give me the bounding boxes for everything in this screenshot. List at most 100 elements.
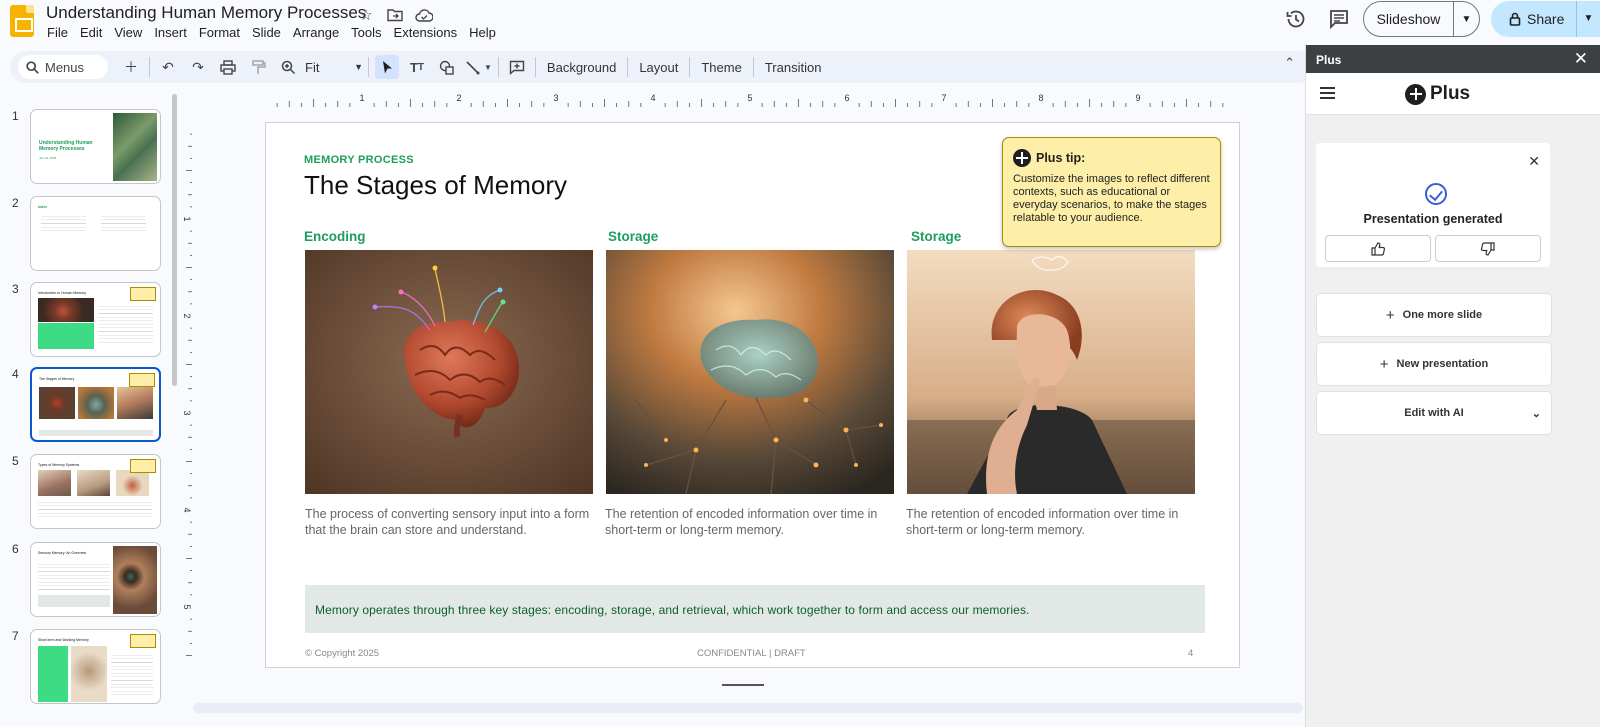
menu-format[interactable]: Format <box>199 25 240 40</box>
filmstrip-item-2[interactable]: 2 Index <box>0 196 180 274</box>
thumbs-down-button[interactable] <box>1435 235 1541 262</box>
slides-logo-icon[interactable] <box>10 5 34 37</box>
background-button[interactable]: Background <box>539 60 624 75</box>
document-title[interactable]: Understanding Human Memory Processes <box>46 3 366 23</box>
caption-encoding[interactable]: The process of converting sensory input … <box>305 506 595 538</box>
share-label: Share <box>1527 11 1565 27</box>
new-slide-icon[interactable]: ＋ <box>119 55 143 79</box>
column-heading-storage-2[interactable]: Storage <box>911 229 961 244</box>
shape-icon[interactable] <box>435 55 459 79</box>
brain-image[interactable] <box>305 250 593 494</box>
collapse-toolbar-icon[interactable]: ⌃ <box>1284 55 1295 71</box>
glowing-brain-image[interactable] <box>606 250 894 494</box>
dismiss-icon[interactable]: ✕ <box>1528 153 1540 170</box>
line-icon[interactable]: ▼ <box>465 55 492 79</box>
star-icon[interactable]: ☆ <box>356 5 376 25</box>
layout-button[interactable]: Layout <box>631 60 686 75</box>
hamburger-menu-icon[interactable] <box>1320 87 1335 99</box>
new-presentation-button[interactable]: + New presentation <box>1317 343 1551 385</box>
share-label-wrap[interactable]: Share <box>1491 11 1576 27</box>
share-dropdown-icon[interactable]: ▼ <box>1576 1 1600 37</box>
menu-extensions[interactable]: Extensions <box>394 25 458 40</box>
zoom-select[interactable]: Fit ▼ <box>303 60 365 75</box>
comments-icon[interactable] <box>1329 9 1353 33</box>
menu-insert[interactable]: Insert <box>154 25 187 40</box>
thumb-tip <box>130 634 156 648</box>
footer-slide-number: 4 <box>1188 648 1194 659</box>
thumb-lines <box>101 213 146 233</box>
menu-help[interactable]: Help <box>469 25 496 40</box>
ruler-label: 1 <box>359 93 364 103</box>
theme-button[interactable]: Theme <box>693 60 749 75</box>
thumb-title: Types of Memory Systems <box>38 463 80 467</box>
slide-thumbnail[interactable]: Introduction to Human Memory <box>30 282 161 357</box>
thumb-tip <box>130 287 156 301</box>
caption-storage-2[interactable]: The retention of encoded information ove… <box>906 506 1196 538</box>
menus-search-label: Menus <box>45 59 85 75</box>
toolbar-divider <box>149 57 150 77</box>
thumbs-up-icon <box>1371 241 1385 256</box>
close-icon[interactable]: ✕ <box>1574 49 1588 69</box>
select-pointer-icon[interactable] <box>375 55 399 79</box>
redo-icon[interactable]: ↷ <box>186 55 210 79</box>
menu-slide[interactable]: Slide <box>252 25 281 40</box>
menu-view[interactable]: View <box>114 25 142 40</box>
slide-title[interactable]: The Stages of Memory <box>304 170 567 201</box>
slide-thumbnail[interactable]: Understanding Human Memory Processes Jan… <box>30 109 161 184</box>
thinking-person-image[interactable] <box>907 250 1195 494</box>
filmstrip-item-4[interactable]: 4 The Stages of Memory <box>0 367 180 445</box>
column-heading-storage[interactable]: Storage <box>608 229 658 244</box>
cloud-saved-icon[interactable] <box>414 5 434 25</box>
filmstrip-item-7[interactable]: 7 Short-term and Working Memory <box>0 629 180 707</box>
toolbar-divider <box>752 57 754 77</box>
slide-thumbnail[interactable]: Sensory Memory: An Overview <box>30 542 161 617</box>
menu-file[interactable]: File <box>47 25 68 40</box>
zoom-icon[interactable] <box>276 55 300 79</box>
edit-with-ai-button[interactable]: Edit with AI ⌄ <box>1317 392 1551 434</box>
zoom-value: Fit <box>305 59 320 75</box>
slideshow-label[interactable]: Slideshow <box>1364 2 1454 36</box>
print-icon[interactable] <box>216 55 240 79</box>
chevron-down-icon[interactable]: ⌄ <box>1532 407 1541 420</box>
slide-thumbnail[interactable]: Types of Memory Systems <box>30 454 161 529</box>
add-comment-icon[interactable] <box>505 55 529 79</box>
menu-tools[interactable]: Tools <box>351 25 381 40</box>
thumbs-up-button[interactable] <box>1325 235 1431 262</box>
speaker-notes-handle[interactable] <box>722 684 764 686</box>
one-more-slide-label: One more slide <box>1402 309 1483 321</box>
thumb-image <box>71 646 107 702</box>
slideshow-button[interactable]: Slideshow ▼ <box>1363 1 1480 37</box>
slide-thumbnail[interactable]: Index <box>30 196 161 271</box>
menu-arrange[interactable]: Arrange <box>293 25 339 40</box>
filmstrip-item-1[interactable]: 1 Understanding Human Memory Processes J… <box>0 109 180 187</box>
new-presentation-card[interactable]: + New presentation <box>1316 342 1552 386</box>
move-folder-icon[interactable] <box>385 5 405 25</box>
menu-edit[interactable]: Edit <box>80 25 102 40</box>
plus-tip-callout[interactable]: Plus tip: Customize the images to reflec… <box>1002 137 1221 247</box>
column-heading-encoding[interactable]: Encoding <box>304 229 366 244</box>
filmstrip-item-3[interactable]: 3 Introduction to Human Memory <box>0 282 180 360</box>
slide-kicker[interactable]: MEMORY PROCESS <box>304 154 414 166</box>
version-history-icon[interactable] <box>1285 8 1309 32</box>
slide-thumbnail[interactable]: Short-term and Working Memory <box>30 629 161 704</box>
thumb-title: Index <box>38 205 48 209</box>
toolbar-divider <box>368 57 369 77</box>
toolbar-divider <box>627 57 629 77</box>
undo-icon[interactable]: ↶ <box>156 55 180 79</box>
filmstrip-item-6[interactable]: 6 Sensory Memory: An Overview <box>0 542 180 620</box>
paint-format-icon[interactable] <box>246 55 270 79</box>
share-button[interactable]: Share ▼ <box>1491 1 1600 37</box>
menus-search[interactable]: Menus <box>18 55 108 79</box>
edit-with-ai-card[interactable]: Edit with AI ⌄ <box>1316 391 1552 435</box>
speaker-notes-bar[interactable] <box>193 703 1303 713</box>
slide-thumbnail-selected[interactable]: The Stages of Memory <box>30 367 161 442</box>
summary-box[interactable]: Memory operates through three key stages… <box>305 585 1205 633</box>
filmstrip-scrollbar[interactable] <box>172 94 177 386</box>
filmstrip-item-5[interactable]: 5 Types of Memory Systems <box>0 454 180 532</box>
caption-storage[interactable]: The retention of encoded information ove… <box>605 506 895 538</box>
text-box-icon[interactable]: TT <box>405 55 429 79</box>
slideshow-dropdown-icon[interactable]: ▼ <box>1454 14 1479 25</box>
transition-button[interactable]: Transition <box>757 60 830 75</box>
one-more-slide-card[interactable]: + One more slide <box>1316 293 1552 337</box>
one-more-slide-button[interactable]: + One more slide <box>1317 294 1551 336</box>
